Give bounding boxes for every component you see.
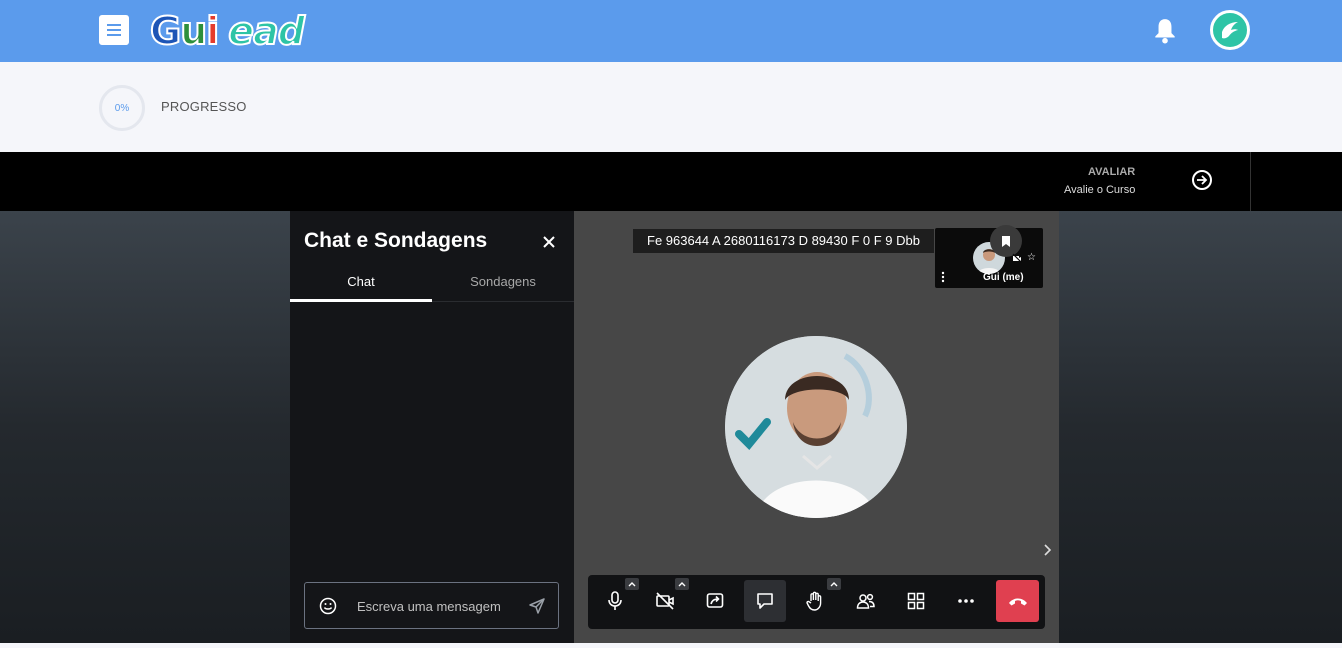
- divider: [1250, 152, 1251, 211]
- emoji-icon[interactable]: [319, 597, 337, 615]
- more-vertical-icon[interactable]: [941, 271, 945, 283]
- hamburger-line: [107, 29, 121, 31]
- progress-section: 0% PROGRESSO: [0, 62, 1342, 152]
- chevron-up-icon[interactable]: [827, 578, 841, 590]
- progress-value: 0%: [114, 102, 130, 114]
- chat-button[interactable]: [744, 580, 786, 622]
- progress-label: PROGRESSO: [161, 99, 247, 114]
- share-screen-icon: [706, 593, 724, 608]
- logo[interactable]: G u i ead: [149, 8, 306, 54]
- logo-letter: ead: [227, 8, 306, 54]
- chevron-right-icon[interactable]: [1042, 544, 1052, 556]
- self-thumbnail[interactable]: ☆ Gui (me): [935, 225, 1043, 288]
- logo-mark-icon: [1222, 22, 1238, 39]
- meeting-toolbar: [588, 575, 1045, 629]
- hangup-icon: [1008, 598, 1027, 606]
- tile-view-icon: [907, 592, 925, 610]
- participant-avatar: [725, 336, 907, 518]
- camera-off-icon: [656, 592, 674, 610]
- top-bar: G u i ead: [0, 0, 1342, 62]
- hamburger-line: [107, 24, 121, 26]
- chat-title: Chat e Sondagens: [304, 229, 488, 252]
- bell-icon[interactable]: [1152, 17, 1178, 45]
- microphone-icon: [608, 591, 622, 610]
- tab-sondagens[interactable]: Sondagens: [432, 269, 574, 302]
- star-icon[interactable]: ☆: [1027, 252, 1036, 263]
- tile-view-button[interactable]: [895, 580, 937, 622]
- chevron-up-icon[interactable]: [675, 578, 689, 590]
- more-icon: [958, 599, 974, 603]
- course-bar: AVALIAR Avalie o Curso: [0, 152, 1342, 211]
- user-avatar[interactable]: [1210, 10, 1250, 50]
- message-box: [304, 582, 559, 629]
- logo-letter: G: [149, 8, 182, 54]
- evaluate-subtitle[interactable]: Avalie o Curso: [1064, 184, 1135, 196]
- progress-ring: 0%: [99, 85, 145, 131]
- participants-icon: [856, 593, 875, 609]
- chat-icon: [757, 593, 773, 609]
- message-input[interactable]: [355, 593, 519, 619]
- logo-letter: u: [179, 8, 208, 54]
- meeting-id: Fe 963644 A 2680116173 D 89430 F 0 F 9 D…: [633, 229, 934, 253]
- participants-button[interactable]: [845, 580, 887, 622]
- tab-chat[interactable]: Chat: [290, 269, 432, 302]
- self-name: Gui (me): [983, 272, 1024, 283]
- menu-button[interactable]: [99, 15, 129, 45]
- evaluate-arrow-icon[interactable]: [1192, 170, 1212, 190]
- send-icon[interactable]: [528, 597, 546, 615]
- share-screen-button[interactable]: [694, 580, 736, 622]
- hamburger-line: [107, 34, 121, 36]
- chevron-up-icon[interactable]: [625, 578, 639, 590]
- hangup-button[interactable]: [996, 580, 1039, 622]
- raise-hand-icon: [806, 591, 822, 611]
- bottom-strip: [0, 643, 1342, 648]
- chat-panel: Chat e Sondagens Chat Sondagens: [290, 211, 574, 643]
- close-icon[interactable]: [542, 235, 556, 249]
- evaluate-title: AVALIAR: [1088, 166, 1136, 178]
- more-button[interactable]: [945, 580, 987, 622]
- logo-letter: i: [205, 8, 220, 54]
- camera-off-small-icon: [1012, 253, 1022, 263]
